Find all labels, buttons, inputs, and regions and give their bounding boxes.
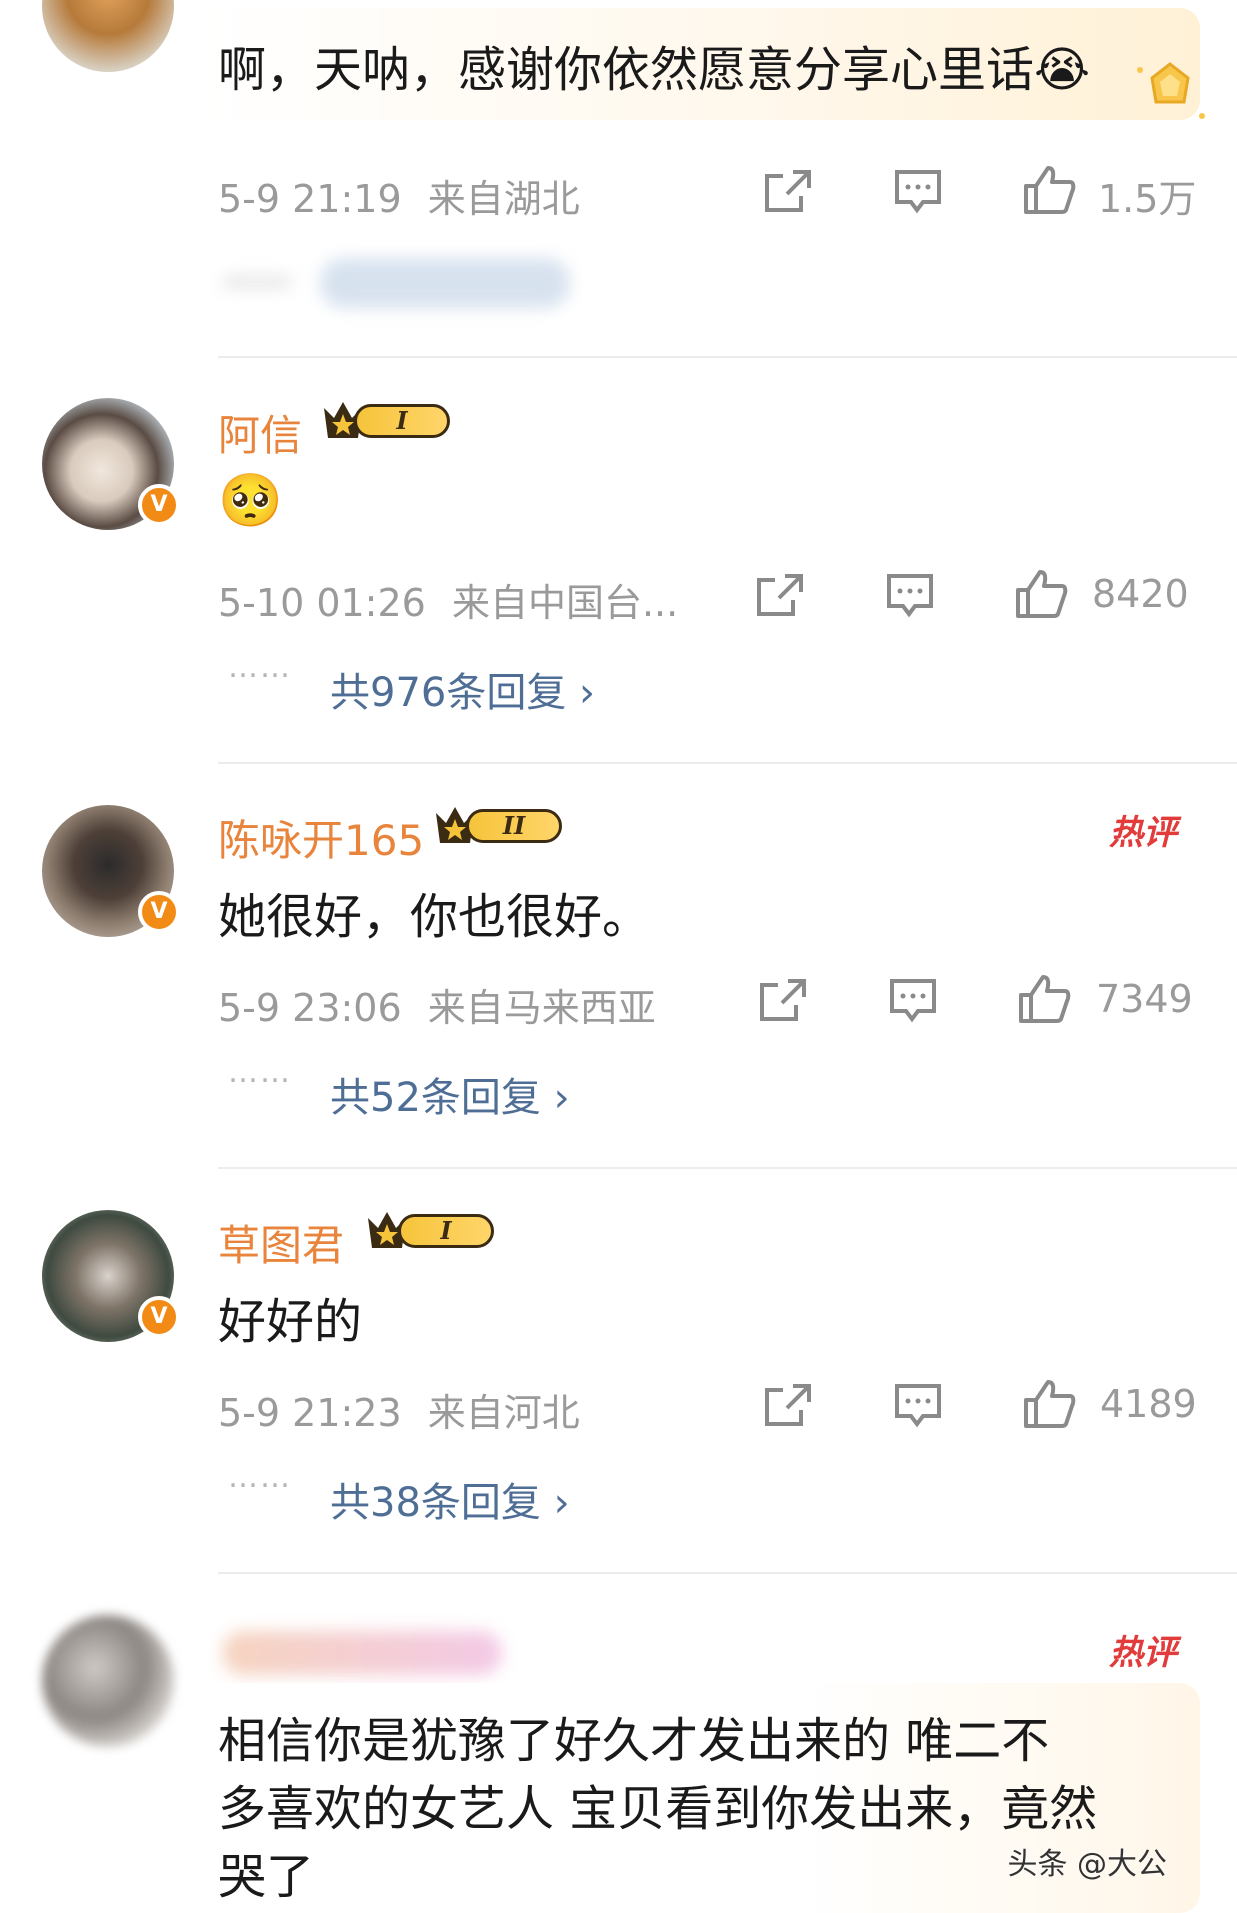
view-replies-link[interactable]: 共38条回复 › bbox=[330, 1470, 570, 1528]
verified-icon: V bbox=[138, 484, 180, 526]
divider bbox=[218, 1167, 1237, 1169]
like-count: 4189 bbox=[1100, 1382, 1197, 1426]
comment-location: 来自河北 bbox=[427, 1391, 580, 1435]
share-icon[interactable] bbox=[755, 572, 805, 618]
comment-location: 来自马来西亚 bbox=[427, 986, 656, 1030]
comment-meta: 5-9 21:23 来自河北 bbox=[218, 1382, 580, 1437]
like-icon[interactable] bbox=[1022, 164, 1076, 216]
comment-text: 好好的 bbox=[218, 1294, 363, 1350]
level-badge: II bbox=[466, 809, 562, 843]
comment-meta: 5-9 23:06 来自马来西亚 bbox=[218, 977, 656, 1032]
share-icon[interactable] bbox=[763, 168, 813, 214]
blurred-reply-preview bbox=[320, 258, 570, 308]
comment-item: V 阿信 I 🥺 5-10 01:26 来自中国台... 8420 …… 共97… bbox=[0, 360, 1237, 765]
comment-time: 5-9 21:19 bbox=[218, 177, 402, 221]
comment-item: 啊，天呐，感谢你依然愿意分享心里话😭 5-9 21:19 来自湖北 1.5万 bbox=[0, 0, 1237, 360]
divider bbox=[218, 762, 1237, 764]
like-count: 1.5万 bbox=[1098, 177, 1197, 221]
share-icon[interactable] bbox=[763, 1382, 813, 1428]
comment-item: V 草图君 I 好好的 5-9 21:23 来自河北 4189 …… 共38条回… bbox=[0, 1170, 1237, 1575]
reply-dots: …… bbox=[228, 1460, 292, 1495]
avatar-wrapper[interactable]: V bbox=[42, 398, 180, 530]
comment-text-line: 相信你是犹豫了好久才发出来的 唯二不 bbox=[218, 1713, 1050, 1769]
avatar[interactable] bbox=[42, 1615, 174, 1747]
verified-icon: V bbox=[138, 1296, 180, 1338]
avatar[interactable] bbox=[42, 0, 174, 72]
comment-text: 她很好，你也很好。 bbox=[218, 889, 651, 945]
level-badge: I bbox=[398, 1214, 494, 1248]
comment-location: 来自中国台... bbox=[451, 581, 679, 625]
like-count: 8420 bbox=[1092, 572, 1189, 616]
blurred-dots bbox=[222, 276, 292, 288]
like-icon[interactable] bbox=[1014, 568, 1068, 620]
divider bbox=[218, 356, 1237, 358]
reply-dots: …… bbox=[228, 650, 292, 685]
reply-dots: …… bbox=[228, 1055, 292, 1090]
divider bbox=[218, 1572, 1237, 1574]
avatar-wrapper[interactable]: V bbox=[42, 1210, 180, 1342]
star-badge-icon bbox=[1137, 62, 1205, 119]
comment-icon[interactable] bbox=[893, 1382, 943, 1432]
comment-location: 来自湖北 bbox=[427, 177, 580, 221]
avatar-wrapper[interactable]: V bbox=[42, 805, 180, 937]
comment-item: V 陈咏开165 II 热评 她很好，你也很好。 5-9 23:06 来自马来西… bbox=[0, 765, 1237, 1170]
view-replies-link[interactable]: 共976条回复 › bbox=[330, 660, 595, 718]
comment-meta: 5-10 01:26 来自中国台... bbox=[218, 572, 678, 627]
username[interactable]: 草图君 bbox=[218, 1212, 344, 1273]
comment-meta: 5-9 21:19 来自湖北 bbox=[218, 168, 580, 223]
blurred-username bbox=[222, 1631, 502, 1675]
comment-time: 5-9 21:23 bbox=[218, 1391, 402, 1435]
like-icon[interactable] bbox=[1022, 1378, 1076, 1430]
watermark: 头条 @大公 bbox=[1007, 1847, 1167, 1882]
share-icon[interactable] bbox=[758, 977, 808, 1023]
comment-text: 啊，天呐，感谢你依然愿意分享心里话😭 bbox=[218, 42, 1091, 98]
comment-text-line: 多喜欢的女艺人 宝贝看到你发出来，竟然 bbox=[218, 1781, 1098, 1837]
username[interactable]: 阿信 bbox=[218, 402, 302, 463]
hot-comment-badge: 热评 bbox=[1109, 813, 1177, 853]
username[interactable]: 陈咏开165 bbox=[218, 807, 424, 868]
hot-comment-badge: 热评 bbox=[1109, 1633, 1177, 1673]
like-count: 7349 bbox=[1096, 977, 1193, 1021]
comment-text: 🥺 bbox=[218, 471, 283, 531]
comment-time: 5-9 23:06 bbox=[218, 986, 402, 1030]
comment-icon[interactable] bbox=[885, 572, 935, 622]
verified-icon: V bbox=[138, 891, 180, 933]
level-badge: I bbox=[354, 404, 450, 438]
comment-icon[interactable] bbox=[893, 168, 943, 218]
comment-time: 5-10 01:26 bbox=[218, 581, 426, 625]
comment-text-line: 哭了 bbox=[218, 1849, 315, 1905]
like-icon[interactable] bbox=[1017, 973, 1071, 1025]
comment-icon[interactable] bbox=[888, 977, 938, 1027]
view-replies-link[interactable]: 共52条回复 › bbox=[330, 1065, 570, 1123]
